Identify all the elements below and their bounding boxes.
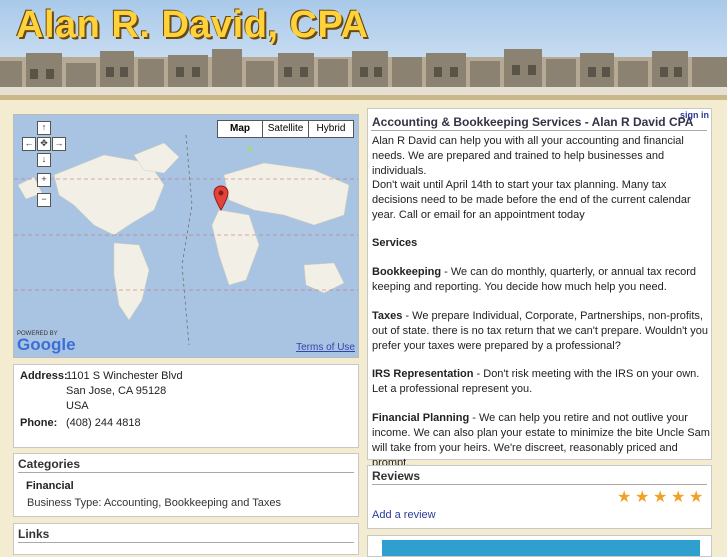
phone-label: Phone:: [20, 417, 58, 429]
reviews-panel: Reviews ★ ★ ★ ★ ★ Add a review: [367, 465, 712, 529]
sign-in-link[interactable]: sign in: [680, 110, 709, 120]
taxes-label: Taxes: [372, 310, 403, 322]
pan-up-button[interactable]: ↑: [37, 121, 51, 135]
map-type-hybrid-button[interactable]: Hybrid: [308, 120, 354, 138]
categories-panel: Categories Financial Business Type: Acco…: [13, 453, 359, 517]
reviews-divider: [372, 484, 707, 485]
tax-planning-paragraph: Don't wait until April 14th to start you…: [372, 179, 691, 221]
reviews-heading: Reviews: [372, 469, 421, 483]
add-review-link[interactable]: Add a review: [372, 509, 436, 521]
star-icon: ★: [617, 489, 632, 506]
pan-down-button[interactable]: ↓: [37, 153, 51, 167]
header-banner: Alan R. David, CPA: [0, 0, 727, 95]
pan-right-button[interactable]: →: [52, 137, 66, 151]
service-bookkeeping: Bookkeeping - We can do monthly, quarter…: [372, 265, 712, 295]
world-map-graphic: [14, 115, 358, 357]
address-line-1: 1101 S Winchester Blvd: [66, 370, 183, 382]
services-heading: Services: [372, 237, 418, 249]
address-line-2: San Jose, CA 95128: [66, 385, 167, 397]
service-taxes: Taxes - We prepare Individual, Corporate…: [372, 309, 712, 354]
contact-info-panel: Address: 1101 S Winchester Blvd San Jose…: [13, 364, 359, 448]
town-skyline-illustration: [0, 49, 727, 95]
powered-by-google: POWERED BY Google: [17, 331, 76, 353]
zoom-in-button[interactable]: +: [37, 173, 51, 187]
map-type-satellite-button[interactable]: Satellite: [262, 120, 309, 138]
business-type: Business Type: Accounting, Bookkeeping a…: [27, 497, 281, 509]
address-line-3: USA: [66, 400, 89, 412]
service-financial-planning: Financial Planning - We can help you ret…: [372, 411, 712, 471]
reset-view-button[interactable]: ✥: [37, 137, 51, 151]
bookkeeping-label: Bookkeeping: [372, 266, 442, 278]
links-panel: Links: [13, 523, 359, 555]
service-irs-representation: IRS Representation - Don't risk meeting …: [372, 367, 712, 397]
title-divider: [371, 130, 707, 131]
star-icon: ★: [671, 489, 686, 506]
location-map[interactable]: ↑ ← ✥ → ↓ + − Map Satellite Hybrid POWER…: [13, 114, 359, 358]
banner-divider: [0, 95, 727, 100]
links-heading: Links: [18, 527, 50, 541]
phone-number: (408) 244 4818: [66, 417, 141, 429]
categories-divider: [18, 472, 354, 473]
bottom-widget-bar: [382, 540, 700, 556]
location-pin-icon[interactable]: [213, 185, 229, 211]
google-logo: Google: [17, 335, 76, 354]
categories-heading: Categories: [18, 457, 81, 471]
category-name: Financial: [26, 480, 74, 492]
site-title: Alan R. David, CPA: [16, 4, 369, 46]
zoom-out-button[interactable]: −: [37, 193, 51, 207]
business-title: Accounting & Bookkeeping Services - Alan…: [372, 115, 694, 129]
taxes-text: - We prepare Individual, Corporate, Part…: [372, 310, 709, 352]
intro-paragraph: Alan R David can help you with all your …: [372, 135, 684, 177]
star-icon: ★: [689, 489, 704, 506]
star-icon: ★: [635, 489, 650, 506]
financial-planning-label: Financial Planning: [372, 412, 470, 424]
star-icon: ★: [653, 489, 668, 506]
bottom-widget: [367, 535, 712, 557]
pan-left-button[interactable]: ←: [22, 137, 36, 151]
map-type-map-button[interactable]: Map: [217, 120, 263, 138]
links-divider: [18, 542, 354, 543]
address-label: Address:: [20, 370, 68, 382]
irs-label: IRS Representation: [372, 368, 474, 380]
terms-of-use-link[interactable]: Terms of Use: [296, 342, 355, 353]
